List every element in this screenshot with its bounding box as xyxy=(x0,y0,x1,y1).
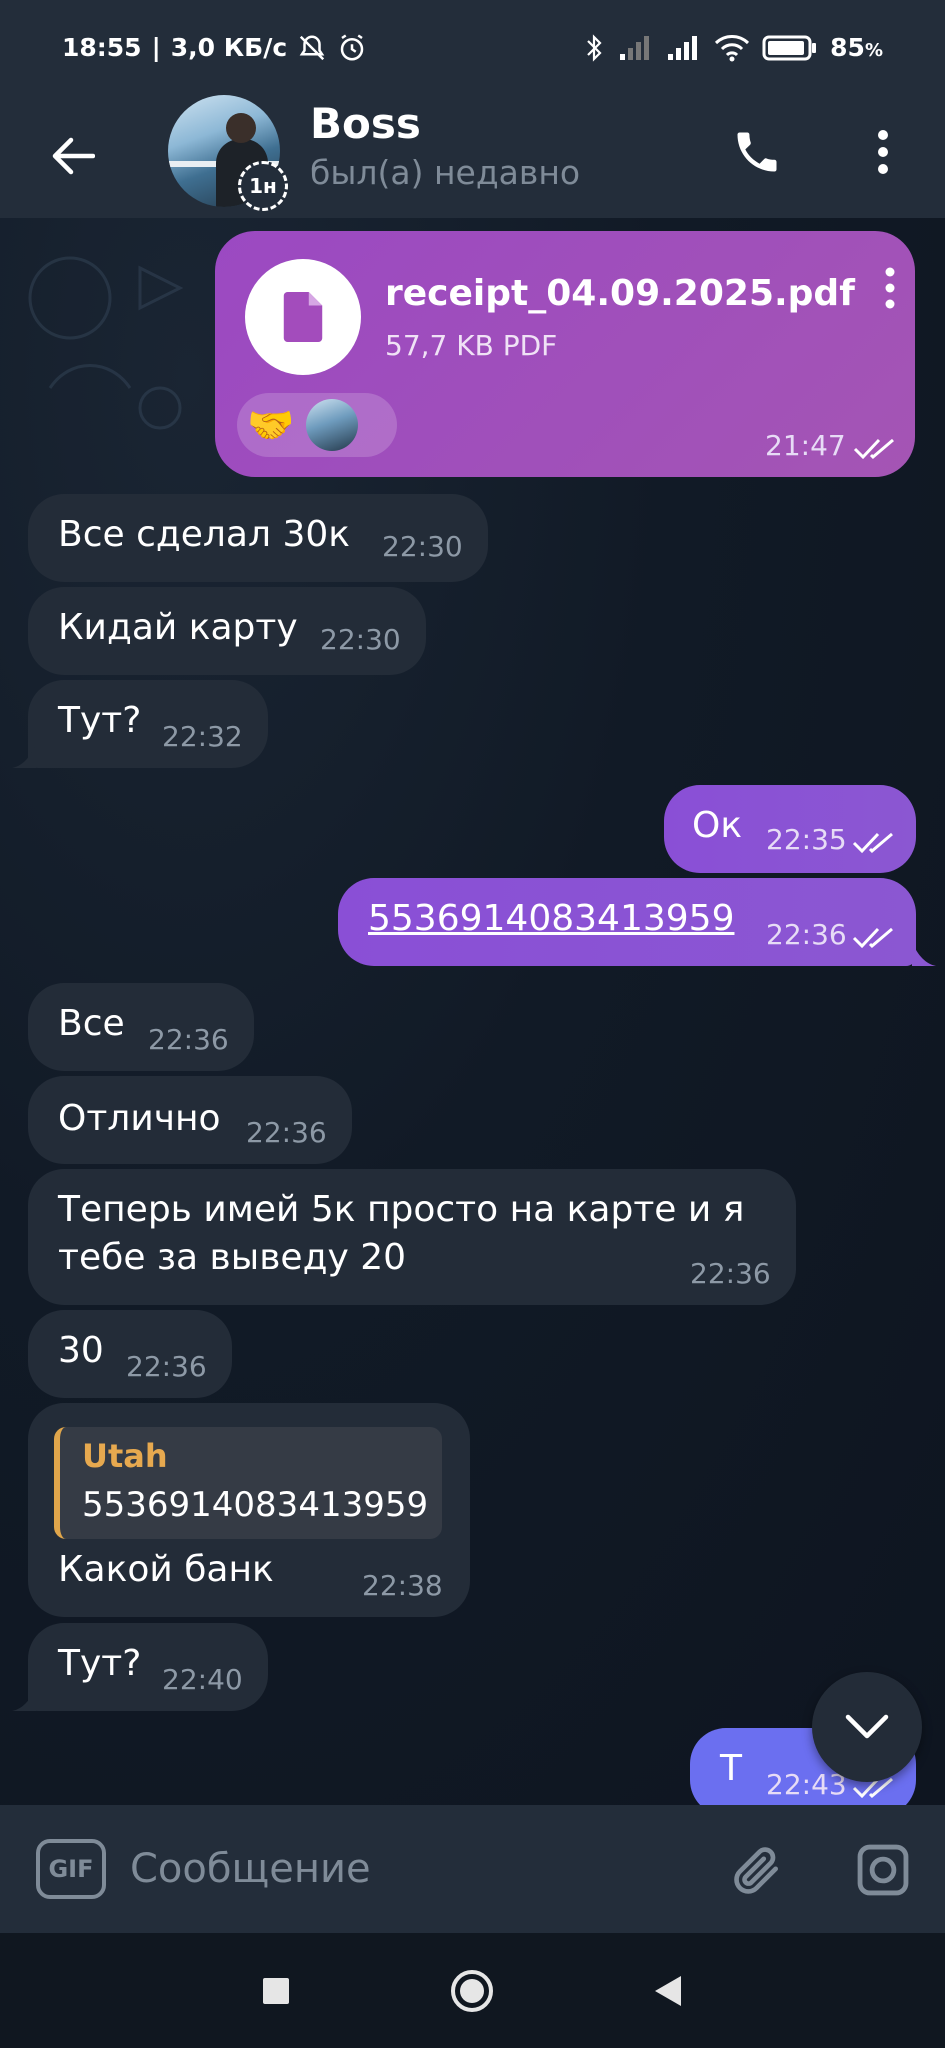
message-outgoing[interactable]: 5536914083413959 22:36 xyxy=(338,878,916,966)
status-bar: 18:55 | 3,0 КБ/с 85% xyxy=(0,0,945,95)
message-time: 22:38 xyxy=(362,1569,443,1602)
message-time: 22:36 xyxy=(148,1023,229,1056)
message-incoming[interactable]: 30 22:36 xyxy=(28,1310,232,1398)
more-vertical-icon xyxy=(885,267,895,309)
quote-text: 5536914083413959 xyxy=(82,1485,429,1525)
message-time: 22:36 xyxy=(690,1257,771,1290)
attach-button[interactable] xyxy=(722,1835,792,1905)
message-outgoing[interactable]: Ок 22:35 xyxy=(664,785,916,873)
wifi-icon xyxy=(714,33,750,63)
message-time: 22:36 xyxy=(246,1116,327,1149)
alarm-icon xyxy=(337,33,367,63)
message-text: Какой банк xyxy=(58,1549,274,1590)
message-time: 22:30 xyxy=(382,530,463,563)
message-incoming[interactable]: Отлично 22:36 xyxy=(28,1076,352,1164)
chat-header: 1н Boss был(а) недавно xyxy=(0,95,945,218)
double-check-icon xyxy=(852,927,893,949)
camera-button[interactable] xyxy=(848,1835,918,1905)
message-text: Кидай карту xyxy=(58,607,298,648)
message-text: Все сделал 30к xyxy=(58,514,350,555)
message-time: 22:36 xyxy=(126,1350,207,1383)
phone-icon xyxy=(737,132,777,172)
file-download-button[interactable] xyxy=(245,259,361,375)
message-time: 22:35 xyxy=(766,823,847,856)
status-time: 18:55 xyxy=(62,33,142,62)
bell-off-icon xyxy=(297,33,327,63)
message-reply[interactable]: Utah 5536914083413959 Какой банк 22:38 xyxy=(28,1403,470,1617)
more-menu-button[interactable] xyxy=(858,117,908,187)
call-button[interactable] xyxy=(722,117,792,187)
status-net-speed: 3,0 КБ/с xyxy=(170,33,288,62)
message-time: 22:40 xyxy=(162,1663,243,1696)
reply-quote[interactable]: Utah 5536914083413959 xyxy=(54,1427,442,1539)
signal-1-icon xyxy=(618,34,654,62)
message-reaction[interactable]: 🤝 xyxy=(237,393,397,457)
message-file[interactable]: receipt_04.09.2025.pdf 57,7 KB PDF 🤝 21:… xyxy=(215,231,915,477)
bluetooth-icon xyxy=(582,33,606,63)
back-button[interactable] xyxy=(40,123,106,189)
system-nav-bar xyxy=(0,1933,945,2048)
message-time: 22:30 xyxy=(320,623,401,656)
home-button[interactable] xyxy=(444,1963,500,2019)
message-text: Тут? xyxy=(58,1643,142,1684)
battery-level: 85% xyxy=(830,33,883,62)
scroll-to-bottom-button[interactable] xyxy=(812,1672,922,1782)
double-check-icon xyxy=(853,438,894,460)
message-incoming[interactable]: Кидай карту 22:30 xyxy=(28,587,426,675)
signal-2-icon xyxy=(666,34,702,62)
file-icon xyxy=(283,292,323,342)
message-time: 22:32 xyxy=(162,720,243,753)
message-incoming[interactable]: Все сделал 30к 22:30 xyxy=(28,494,488,582)
message-composer: GIF xyxy=(0,1805,945,1933)
message-incoming[interactable]: Все 22:36 xyxy=(28,983,254,1071)
recent-apps-button[interactable] xyxy=(248,1963,304,2019)
message-text: Все xyxy=(58,1003,125,1044)
message-time: 22:36 xyxy=(766,918,847,951)
double-check-icon xyxy=(852,832,893,854)
message-incoming[interactable]: Теперь имей 5к просто на карте и я тебе … xyxy=(28,1169,796,1305)
message-text: 30 xyxy=(58,1330,104,1371)
triangle-left-icon xyxy=(655,1976,681,2006)
message-text: Отлично xyxy=(58,1098,221,1139)
bubble-tail xyxy=(12,1687,36,1711)
circle-icon xyxy=(451,1970,493,2012)
chat-title[interactable]: Boss xyxy=(310,99,421,148)
contact-avatar[interactable]: 1н xyxy=(168,95,288,211)
reaction-avatar xyxy=(306,399,359,451)
chat-status: был(а) недавно xyxy=(310,153,581,192)
card-number-link[interactable]: 5536914083413959 xyxy=(368,898,734,939)
gif-button[interactable]: GIF xyxy=(36,1839,106,1899)
message-text-line: тебе за выведу 20 xyxy=(58,1237,407,1278)
message-input[interactable] xyxy=(130,1831,690,1907)
message-incoming[interactable]: Тут? 22:40 xyxy=(28,1623,268,1711)
message-text: Тут? xyxy=(58,700,142,741)
back-nav-button[interactable] xyxy=(640,1963,696,2019)
message-list[interactable]: receipt_04.09.2025.pdf 57,7 KB PDF 🤝 21:… xyxy=(0,218,945,1805)
battery-icon xyxy=(762,34,818,62)
background-doodle xyxy=(28,256,184,430)
message-text: Т xyxy=(720,1748,742,1789)
reaction-emoji: 🤝 xyxy=(247,403,295,447)
file-menu-button[interactable] xyxy=(875,263,905,313)
chevron-down-icon xyxy=(845,1714,889,1739)
bubble-tail xyxy=(12,744,36,768)
status-separator: | xyxy=(151,33,161,62)
message-time: 22:43 xyxy=(766,1768,847,1801)
story-badge: 1н xyxy=(238,161,288,211)
camera-icon xyxy=(857,1844,909,1896)
message-incoming[interactable]: Тут? 22:32 xyxy=(28,680,268,768)
bubble-tail xyxy=(912,942,936,966)
paperclip-icon xyxy=(734,1847,778,1894)
message-time: 21:47 xyxy=(765,429,846,462)
quote-author: Utah xyxy=(82,1437,168,1475)
file-meta: 57,7 KB PDF xyxy=(385,329,558,362)
more-vertical-icon xyxy=(878,130,888,174)
square-icon xyxy=(263,1978,289,2004)
arrow-left-icon xyxy=(52,137,95,175)
file-name: receipt_04.09.2025.pdf xyxy=(385,273,855,314)
message-text-line: Теперь имей 5к просто на карте и я xyxy=(58,1189,745,1230)
message-text: Ок xyxy=(692,805,743,846)
